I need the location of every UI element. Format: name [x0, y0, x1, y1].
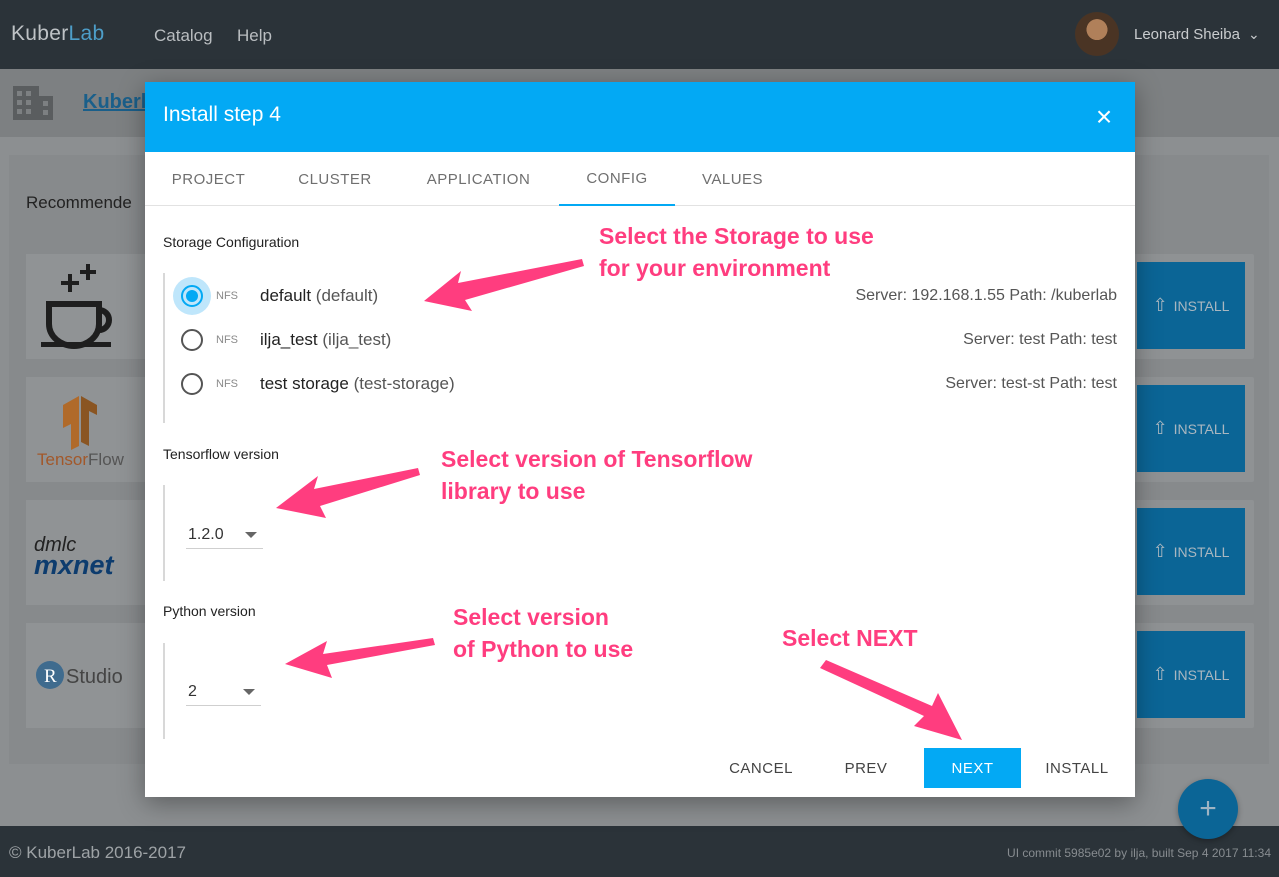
annotation-tensorflow: Select version of Tensorflow library to u… — [441, 446, 753, 504]
cancel-button[interactable]: CANCEL — [717, 748, 805, 788]
tensorflow-version-label: Tensorflow version — [163, 446, 279, 462]
caret-down-icon — [245, 532, 257, 538]
tensorflow-logo: TensorFlow — [26, 377, 146, 482]
storage-type: NFS — [216, 290, 238, 302]
storage-configuration-label: Storage Configuration — [163, 234, 300, 250]
dialog-header: Install step 4 × — [145, 82, 1135, 152]
radio-button[interactable] — [181, 285, 203, 307]
user-name[interactable]: Leonard Sheiba — [1134, 26, 1240, 43]
recommended-heading: Recommende — [26, 193, 132, 212]
install-button[interactable]: ⇧ INSTALL — [1137, 508, 1245, 595]
section-divider — [163, 485, 165, 581]
building-icon — [13, 86, 53, 120]
storage-option-test-storage[interactable]: NFS test storage (test-storage) Server: … — [175, 363, 1117, 403]
chevron-down-icon[interactable]: ⌄ — [1248, 26, 1260, 43]
upload-icon: ⇧ — [1152, 418, 1168, 438]
svg-text:Studio: Studio — [66, 666, 123, 688]
install-button[interactable]: ⇧ INSTALL — [1137, 631, 1245, 718]
next-button[interactable]: NEXT — [924, 748, 1021, 788]
storage-name: default (default) — [260, 286, 379, 305]
svg-text:mxnet: mxnet — [34, 550, 115, 580]
python-version-label: Python version — [163, 603, 256, 619]
tensorflow-version-select[interactable]: 1.2.0 — [186, 519, 263, 549]
storage-name: ilja_test (ilja_test) — [260, 330, 392, 349]
install-button[interactable]: INSTALL — [1036, 748, 1118, 788]
annotation-next: Select NEXT — [782, 625, 918, 651]
upload-icon: ⇧ — [1152, 541, 1168, 561]
install-dialog: Install step 4 × PROJECT CLUSTER APPLICA… — [145, 82, 1135, 797]
footer-copyright: © KuberLab 2016-2017 — [9, 843, 186, 862]
caret-down-icon — [243, 689, 255, 695]
mxnet-logo: dmlc mxnet — [26, 500, 146, 605]
svg-text:R: R — [44, 666, 57, 687]
nav-help-link[interactable]: Help — [237, 26, 272, 46]
nav-catalog-link[interactable]: Catalog — [154, 26, 213, 46]
coffee-cup-icon — [26, 254, 146, 359]
upload-icon: ⇧ — [1152, 295, 1168, 315]
organization-link[interactable]: Kuberl — [83, 91, 146, 114]
rstudio-logo: R Studio — [26, 623, 146, 728]
tab-values[interactable]: VALUES — [675, 152, 790, 206]
radio-button[interactable] — [181, 373, 203, 395]
storage-server-path: Server: test Path: test — [963, 331, 1117, 348]
select-value: 1.2.0 — [188, 526, 224, 543]
storage-option-ilja-test[interactable]: NFS ilja_test (ilja_test) Server: test P… — [175, 319, 1117, 359]
install-button[interactable]: ⇧ INSTALL — [1137, 262, 1245, 349]
storage-type: NFS — [216, 378, 238, 390]
storage-server-path: Server: test-st Path: test — [945, 375, 1117, 392]
upload-icon: ⇧ — [1152, 664, 1168, 684]
storage-server-path: Server: 192.168.1.55 Path: /kuberlab — [855, 287, 1117, 304]
tab-config[interactable]: CONFIG — [559, 152, 675, 206]
tab-application[interactable]: APPLICATION — [398, 152, 559, 206]
storage-name: test storage (test-storage) — [260, 374, 455, 393]
section-divider — [163, 643, 165, 739]
install-steps-tabs: PROJECT CLUSTER APPLICATION CONFIG VALUE… — [145, 152, 1135, 206]
annotation-python: Select version of Python to use — [453, 604, 634, 662]
add-button[interactable]: + — [1178, 779, 1238, 839]
select-value: 2 — [188, 683, 197, 700]
footer-commit-info: UI commit 5985e02 by ilja, built Sep 4 2… — [1007, 846, 1271, 860]
close-icon[interactable]: × — [1089, 101, 1119, 132]
python-version-select[interactable]: 2 — [186, 676, 261, 706]
kuberlab-logo[interactable]: KuberLab — [11, 22, 105, 46]
radio-button[interactable] — [181, 329, 203, 351]
prev-button[interactable]: PREV — [831, 748, 901, 788]
tab-project[interactable]: PROJECT — [145, 152, 272, 206]
svg-text:TensorFlow: TensorFlow — [37, 450, 125, 469]
annotation-storage: Select the Storage to use for your enviro… — [599, 223, 874, 281]
tab-cluster[interactable]: CLUSTER — [272, 152, 398, 206]
storage-type: NFS — [216, 334, 238, 346]
section-divider — [163, 273, 165, 423]
avatar[interactable] — [1075, 12, 1119, 56]
dialog-title: Install step 4 — [163, 103, 281, 126]
install-button[interactable]: ⇧ INSTALL — [1137, 385, 1245, 472]
